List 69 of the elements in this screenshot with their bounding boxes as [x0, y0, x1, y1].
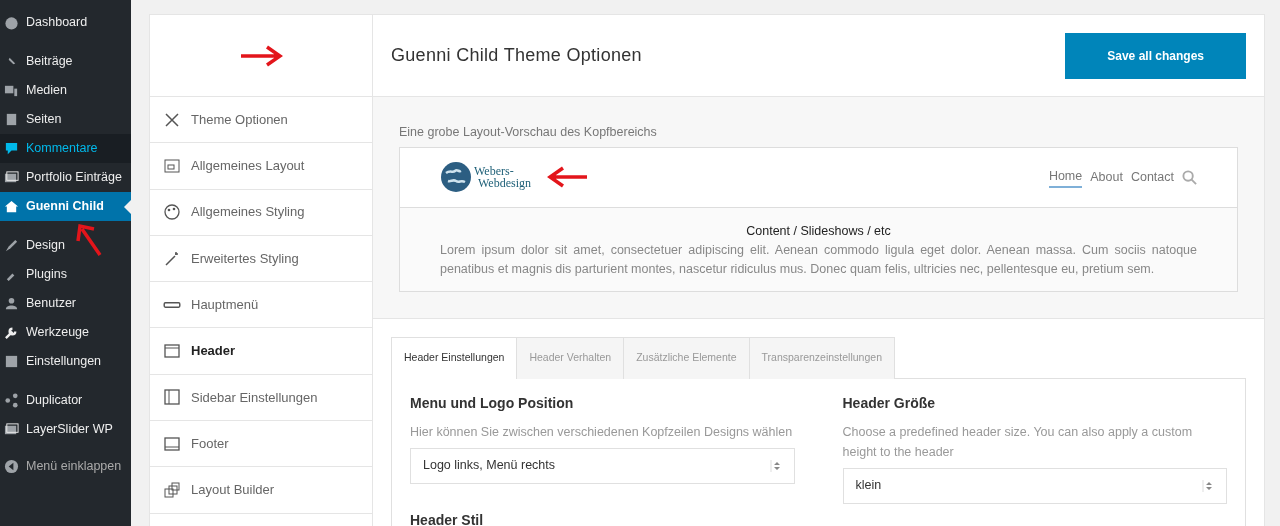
preview-nav-link[interactable]: About	[1090, 167, 1123, 187]
admin-menu-item[interactable]: Seiten	[0, 105, 131, 134]
globe-icon	[440, 161, 472, 194]
field-description: Choose a predefined header size. You can also apply a custom height to the header	[842, 423, 1194, 461]
menu-icon	[4, 354, 19, 369]
admin-menu-item[interactable]: LayerSlider WP	[0, 415, 131, 444]
admin-menu-item[interactable]: Medien	[0, 76, 131, 105]
field-label: Header Größe	[842, 393, 937, 413]
nav-icon	[163, 481, 181, 499]
menu-icon	[4, 83, 19, 98]
options-nav-item[interactable]: Layout Builder	[150, 467, 372, 514]
select-field[interactable]: klein	[842, 467, 1227, 504]
annotation-arrow-icon	[239, 44, 283, 67]
menu-icon	[4, 199, 19, 214]
content-title: Content / Slideshows / etc	[745, 222, 892, 240]
menu-icon	[4, 15, 19, 30]
menu-icon	[4, 296, 19, 311]
logo-text: Webdesign	[477, 177, 532, 190]
select-field[interactable]: Logo links, Menü rechts	[410, 447, 795, 484]
content-text: Lorem ipsum dolor sit amet, consectetuer adipiscing elit. Aenean commodo ligula eget dolor. Aenean massa. Cum sociis natoque penatibus et magnis dis parturient montes, nascetur ridiculus mus. Donec quam felis, ultricies nec, pellentesque eu, pretium sem.	[440, 241, 1197, 278]
nav-icon	[163, 301, 181, 308]
admin-menu-item[interactable]: Guenni Child	[0, 192, 131, 221]
nav-icon	[163, 388, 181, 407]
tab[interactable]: Header Einstellungen	[391, 336, 518, 379]
menu-icon	[4, 112, 19, 127]
nav-icon	[163, 342, 181, 361]
nav-icon	[163, 249, 181, 268]
menu-icon	[4, 170, 19, 185]
menu-icon	[4, 422, 19, 437]
menu-icon	[4, 238, 19, 253]
admin-menu-item[interactable]: Plugins	[0, 260, 131, 289]
options-nav-item[interactable]: Sidebar Einstellungen	[150, 374, 372, 422]
admin-menu-item[interactable]: Portfolio Einträge	[0, 163, 131, 192]
logo-text: Webers-	[474, 165, 514, 178]
collapse-icon	[4, 458, 19, 474]
options-nav-item[interactable]: Theme Optionen	[150, 97, 372, 144]
preview-nav-link[interactable]: Home	[1048, 166, 1083, 188]
save-button[interactable]: Save all changes	[1065, 32, 1246, 79]
admin-menu-item[interactable]: Beiträge	[0, 47, 131, 76]
options-nav-item[interactable]: Footer	[150, 421, 372, 468]
preview-nav-link[interactable]: Contact	[1130, 167, 1174, 187]
menu-icon	[4, 141, 19, 156]
admin-menu-item[interactable]: Einstellungen	[0, 347, 131, 376]
menu-icon	[4, 325, 19, 340]
nav-icon	[163, 203, 181, 222]
annotation-arrow-icon	[74, 223, 104, 257]
page-title: Guenni Child Theme Optionen	[391, 44, 642, 67]
admin-menu-item[interactable]: Kommentare	[0, 134, 131, 163]
field-label: Menu und Logo Position	[410, 393, 575, 413]
collapse-menu-link[interactable]: Menü einklappen	[0, 454, 131, 478]
preview-caption: Eine grobe Layout-Vorschau des Kopfbereichs	[399, 124, 658, 141]
options-nav-item[interactable]: Hauptmenü	[150, 282, 372, 329]
admin-menu-item[interactable]: Benutzer	[0, 289, 131, 318]
options-nav-item[interactable]: Allgemeines Styling	[150, 189, 372, 236]
admin-menu-item[interactable]: Werkzeuge	[0, 318, 131, 347]
section-heading: Header Stil	[410, 510, 485, 526]
nav-icon	[163, 156, 181, 175]
options-nav-item[interactable]: Allgemeines Layout	[150, 143, 372, 190]
annotation-arrow-icon	[547, 166, 590, 189]
search-icon[interactable]	[1182, 169, 1197, 185]
admin-menu-item[interactable]: Dashboard	[0, 8, 131, 37]
options-nav-item[interactable]: Erweitertes Styling	[150, 235, 372, 283]
field-description: Hier können Sie zwischen verschiedenen Kopfzeilen Designs wählen	[410, 423, 794, 441]
nav-icon	[163, 434, 181, 453]
admin-menu-item[interactable]: Design	[0, 231, 131, 260]
options-nav-item[interactable]: Header	[150, 328, 372, 375]
admin-menu-item[interactable]: Duplicator	[0, 386, 131, 415]
menu-icon	[4, 393, 19, 408]
nav-icon	[163, 110, 181, 129]
